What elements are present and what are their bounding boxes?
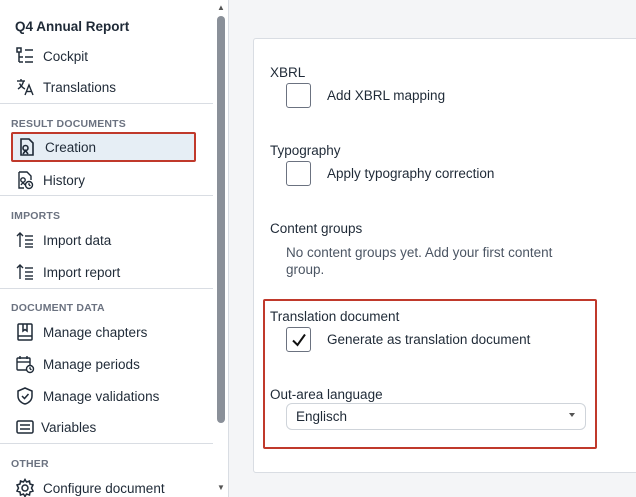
divider bbox=[0, 195, 213, 196]
sidebar-item-variables[interactable]: Variables bbox=[11, 413, 196, 441]
sidebar-item-history[interactable]: History bbox=[11, 166, 196, 194]
divider bbox=[0, 103, 213, 104]
typography-correction-label: Apply typography correction bbox=[327, 166, 495, 181]
sidebar-item-import-data[interactable]: Import data bbox=[11, 226, 196, 254]
scroll-up-arrow-icon[interactable]: ▲ bbox=[215, 3, 227, 13]
sidebar-scrollbar-thumb[interactable] bbox=[217, 16, 225, 423]
xbrl-heading: XBRL bbox=[270, 65, 306, 80]
gear-icon bbox=[14, 477, 36, 497]
history-icon bbox=[14, 169, 36, 191]
sidebar-item-label: Manage validations bbox=[43, 388, 160, 404]
checkmark-icon bbox=[291, 333, 306, 347]
section-heading-imports: IMPORTS bbox=[11, 210, 61, 222]
content-groups-heading: Content groups bbox=[270, 221, 363, 236]
document-creation-icon bbox=[16, 136, 38, 158]
translation-document-label: Generate as translation document bbox=[327, 332, 531, 347]
xbrl-mapping-checkbox[interactable] bbox=[286, 83, 311, 108]
chevron-down-icon bbox=[569, 413, 575, 417]
typography-correction-checkbox[interactable] bbox=[286, 161, 311, 186]
section-heading-document-data: DOCUMENT DATA bbox=[11, 302, 105, 314]
sidebar-item-label: Variables bbox=[41, 419, 97, 435]
cockpit-icon bbox=[14, 45, 36, 67]
book-icon bbox=[14, 321, 36, 343]
import-report-icon bbox=[14, 261, 36, 283]
import-data-icon bbox=[14, 229, 36, 251]
document-title: Q4 Annual Report bbox=[15, 19, 130, 34]
sidebar-item-creation[interactable]: Creation bbox=[11, 132, 196, 162]
translation-document-heading: Translation document bbox=[270, 309, 400, 324]
out-area-language-select[interactable]: Englisch bbox=[286, 403, 586, 430]
sidebar-item-label: Import report bbox=[43, 264, 121, 280]
xbrl-mapping-label: Add XBRL mapping bbox=[327, 88, 446, 103]
out-area-language-value: Englisch bbox=[296, 409, 348, 424]
sidebar-item-label: Configure document bbox=[43, 480, 165, 496]
sidebar-item-label: Cockpit bbox=[43, 48, 89, 64]
section-heading-other: OTHER bbox=[11, 458, 49, 470]
sidebar-item-label: Import data bbox=[43, 232, 112, 248]
out-area-language-heading: Out-area language bbox=[270, 387, 383, 402]
shield-check-icon bbox=[14, 385, 36, 407]
sidebar: Q4 Annual Report Cockpit Translations RE… bbox=[0, 0, 229, 497]
sidebar-item-manage-validations[interactable]: Manage validations bbox=[11, 382, 196, 410]
sidebar-item-label: History bbox=[43, 172, 86, 188]
divider bbox=[0, 288, 213, 289]
section-heading-result-documents: RESULT DOCUMENTS bbox=[11, 118, 127, 130]
content-groups-empty-message: No content groups yet. Add your first co… bbox=[286, 245, 553, 277]
scroll-down-arrow-icon[interactable]: ▼ bbox=[215, 483, 227, 493]
sidebar-item-manage-chapters[interactable]: Manage chapters bbox=[11, 318, 196, 346]
sidebar-item-label: Manage periods bbox=[43, 356, 140, 372]
divider bbox=[0, 443, 213, 444]
translate-icon bbox=[14, 76, 36, 98]
calendar-clock-icon bbox=[14, 353, 36, 375]
sidebar-item-label: Creation bbox=[45, 139, 97, 155]
sidebar-item-configure-document[interactable]: Configure document bbox=[11, 474, 196, 497]
translation-document-checkbox[interactable] bbox=[286, 327, 311, 352]
sidebar-item-label: Translations bbox=[43, 79, 117, 95]
sidebar-item-translations[interactable]: Translations bbox=[11, 73, 196, 101]
typography-heading: Typography bbox=[270, 143, 341, 158]
sidebar-item-cockpit[interactable]: Cockpit bbox=[11, 42, 196, 70]
variables-icon bbox=[14, 416, 36, 438]
sidebar-item-label: Manage chapters bbox=[43, 324, 148, 340]
sidebar-item-import-report[interactable]: Import report bbox=[11, 258, 196, 286]
sidebar-item-manage-periods[interactable]: Manage periods bbox=[11, 350, 196, 378]
